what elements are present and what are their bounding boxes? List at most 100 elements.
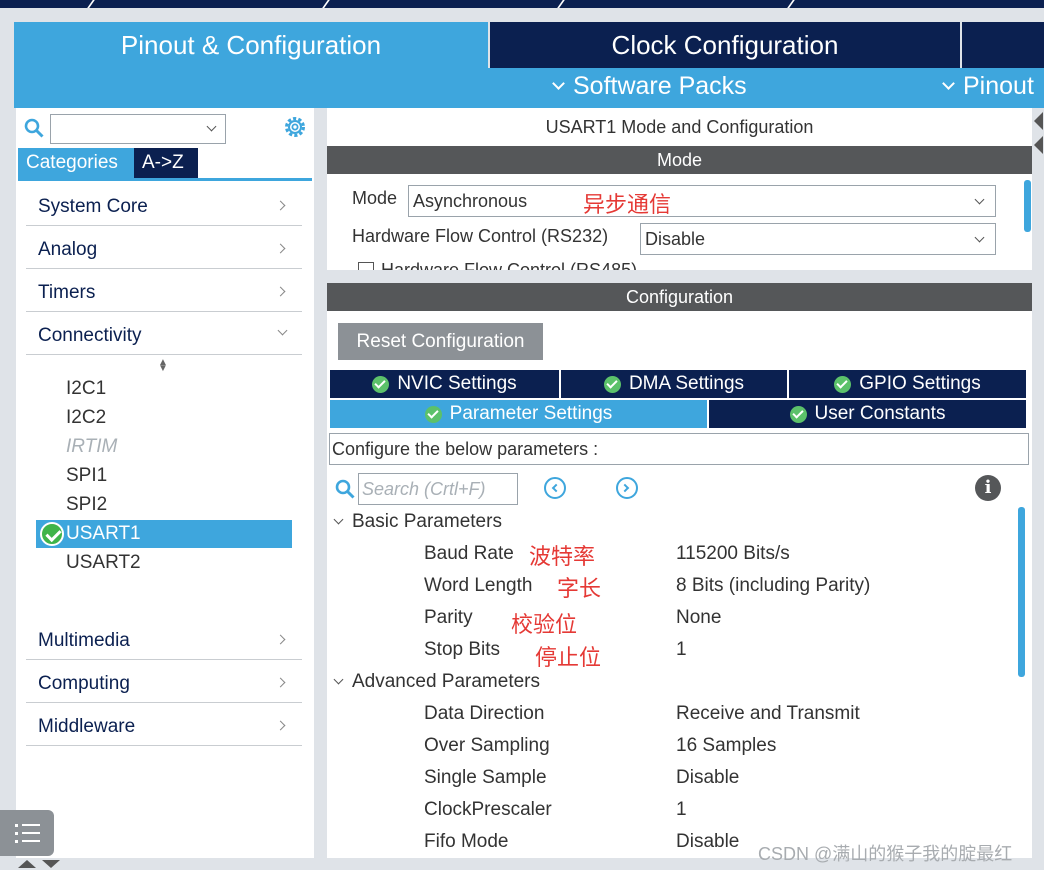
software-packs-menu[interactable]: Software Packs [552, 72, 747, 101]
mode-select[interactable]: Asynchronous [408, 185, 996, 217]
configure-parameters-label: Configure the below parameters : [329, 433, 1029, 465]
search-icon[interactable] [24, 118, 44, 138]
sort-icon[interactable]: ▲ ▼ [158, 358, 168, 374]
value-fifo-mode[interactable]: Disable [676, 831, 739, 853]
tab-gpio-settings[interactable]: GPIO Settings [789, 370, 1026, 398]
left-panel: Categories A->Z System Core Analog Timer… [16, 108, 314, 858]
value-clock-prescaler[interactable]: 1 [676, 799, 687, 821]
param-baud-rate[interactable]: Baud Rate [424, 543, 514, 565]
check-circle-icon [372, 375, 390, 393]
pinout-menu[interactable]: Pinout [942, 72, 1034, 101]
strip-divider [787, 0, 795, 8]
check-circle-icon [834, 375, 852, 393]
category-system-core[interactable]: System Core [26, 186, 302, 226]
peripheral-spi2[interactable]: SPI2 [66, 494, 107, 516]
collapse-left-icon[interactable] [1034, 112, 1043, 130]
search-combobox[interactable] [50, 114, 226, 144]
chevron-down-icon [552, 77, 565, 90]
param-fifo-mode[interactable]: Fifo Mode [424, 831, 508, 853]
watermark: CSDN @满山的猴子我的腚最红 [758, 844, 1013, 864]
param-data-direction[interactable]: Data Direction [424, 703, 544, 725]
value-baud-rate[interactable]: 115200 Bits/s [676, 543, 790, 565]
param-word-length[interactable]: Word Length [424, 575, 532, 597]
cubemx-window: Pinout & Configuration Clock Configurati… [0, 0, 1044, 870]
check-circle-icon [40, 522, 64, 546]
category-timers[interactable]: Timers [26, 272, 302, 312]
baud-rate-annotation: 波特率 [529, 544, 596, 569]
peripheral-usart2[interactable]: USART2 [66, 552, 141, 574]
tab-more[interactable] [962, 22, 1044, 68]
menu-line [22, 832, 40, 834]
top-strip [0, 0, 1044, 8]
chevron-right-icon [275, 720, 286, 731]
param-clock-prescaler[interactable]: ClockPrescaler [424, 799, 552, 821]
category-middleware[interactable]: Middleware [26, 706, 302, 746]
tab-parameter-settings[interactable]: Parameter Settings [330, 400, 707, 428]
chevron-right-icon [620, 483, 630, 493]
word-length-annotation: 字长 [557, 576, 602, 601]
param-parity[interactable]: Parity [424, 607, 473, 629]
rs485-checkbox[interactable] [358, 262, 374, 270]
group-label: Advanced Parameters [352, 671, 540, 692]
collapse-left-icon[interactable] [1034, 136, 1043, 154]
chevron-down-icon [333, 674, 344, 685]
category-analog[interactable]: Analog [26, 229, 302, 269]
category-connectivity[interactable]: Connectivity [26, 315, 302, 355]
gear-icon[interactable] [282, 114, 308, 140]
next-arrow-icon[interactable] [616, 477, 638, 499]
tab-dma-settings[interactable]: DMA Settings [561, 370, 787, 398]
check-circle-icon [603, 375, 621, 393]
peripheral-spi1[interactable]: SPI1 [66, 465, 107, 487]
param-single-sample[interactable]: Single Sample [424, 767, 547, 789]
chevron-down-icon [277, 325, 288, 336]
tab-label: GPIO Settings [859, 373, 981, 394]
parameter-search-input[interactable]: Search (Crtl+F) [358, 473, 518, 505]
param-stop-bits[interactable]: Stop Bits [424, 639, 500, 661]
previous-arrow-icon[interactable] [544, 477, 566, 499]
reset-configuration-button[interactable]: Reset Configuration [338, 323, 543, 360]
tab-label: Parameter Settings [449, 403, 613, 424]
basic-parameters-group[interactable]: Basic Parameters [333, 511, 502, 533]
flow-control-label: Hardware Flow Control (RS232) [352, 226, 609, 246]
value-parity[interactable]: None [676, 607, 721, 629]
param-over-sampling[interactable]: Over Sampling [424, 735, 550, 757]
category-label: Computing [38, 673, 130, 694]
mode-annotation: 异步通信 [583, 192, 672, 217]
value-word-length[interactable]: 8 Bits (including Parity) [676, 575, 870, 597]
tab-a-z[interactable]: A->Z [134, 148, 198, 178]
tab-clock-configuration[interactable]: Clock Configuration [490, 22, 960, 68]
search-icon[interactable] [335, 479, 355, 499]
category-multimedia[interactable]: Multimedia [26, 620, 302, 660]
peripheral-i2c1[interactable]: I2C1 [66, 378, 106, 400]
chevron-left-icon [551, 483, 561, 493]
parameters-scrollbar[interactable] [1018, 507, 1025, 677]
collapse-arrows-icon[interactable] [18, 858, 64, 870]
software-packs-label: Software Packs [573, 72, 747, 100]
advanced-parameters-group[interactable]: Advanced Parameters [333, 671, 540, 693]
rs485-label: Hardware Flow Control (RS485) [381, 260, 638, 270]
chevron-right-icon [275, 200, 286, 211]
mode-label: Mode [352, 188, 398, 208]
tab-nvic-settings[interactable]: NVIC Settings [330, 370, 559, 398]
info-icon[interactable]: i [975, 475, 1001, 501]
category-label: Analog [38, 239, 98, 260]
flow-control-value: Disable [645, 229, 706, 249]
list-menu-icon[interactable] [0, 810, 54, 856]
configuration-section-bar: Configuration [327, 283, 1032, 311]
peripheral-i2c2[interactable]: I2C2 [66, 407, 106, 429]
tab-user-constants[interactable]: User Constants [709, 400, 1026, 428]
tab-categories[interactable]: Categories [18, 148, 134, 178]
value-single-sample[interactable]: Disable [676, 767, 739, 789]
tab-pinout-configuration[interactable]: Pinout & Configuration [14, 22, 488, 68]
menu-line [22, 824, 40, 826]
category-computing[interactable]: Computing [26, 663, 302, 703]
flow-control-select[interactable]: Disable [640, 223, 996, 255]
mode-select-value: Asynchronous [413, 191, 528, 211]
peripheral-usart1[interactable]: USART1 [36, 520, 292, 548]
value-stop-bits[interactable]: 1 [676, 639, 687, 661]
menu-dot [15, 840, 18, 843]
value-data-direction[interactable]: Receive and Transmit [676, 703, 860, 725]
peripheral-irtim[interactable]: IRTIM [66, 436, 117, 458]
value-over-sampling[interactable]: 16 Samples [676, 735, 776, 757]
mode-scrollbar[interactable] [1024, 180, 1031, 232]
